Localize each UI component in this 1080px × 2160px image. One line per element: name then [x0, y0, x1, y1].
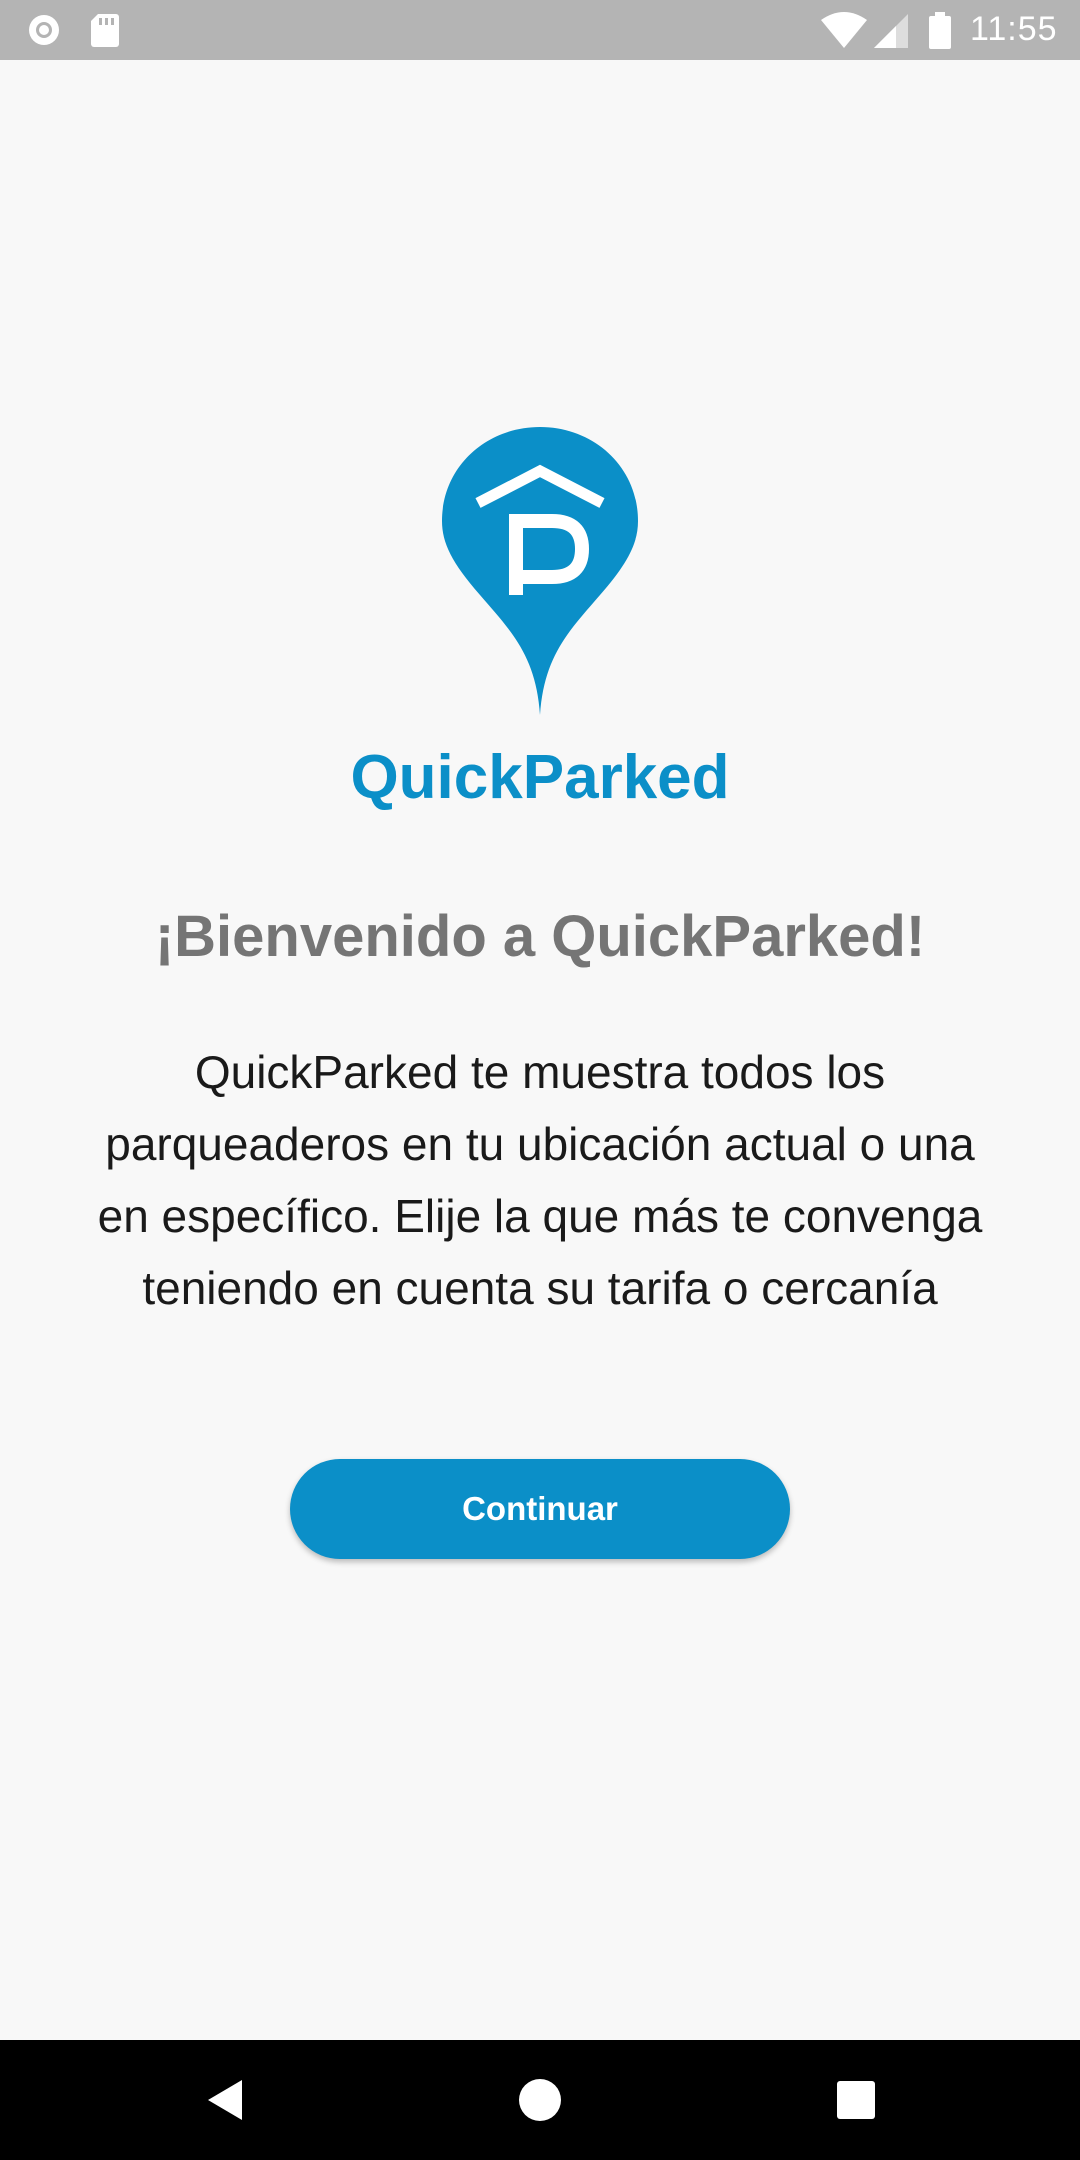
back-icon[interactable] — [204, 2078, 246, 2122]
circle-notification-icon — [29, 15, 59, 45]
status-bar: 11:55 — [0, 0, 1080, 60]
home-icon[interactable] — [518, 2078, 562, 2122]
sd-card-icon — [91, 14, 119, 47]
app-name: QuickParked — [350, 743, 730, 812]
status-time: 11:55 — [970, 10, 1058, 48]
welcome-description: QuickParked te muestra todos los parquea… — [97, 1046, 983, 1314]
wifi-icon — [821, 12, 867, 48]
welcome-screen: 11:55 QuickParked ¡Bienvenido a QuickPar… — [0, 0, 1080, 2160]
battery-icon — [929, 12, 951, 49]
signal-icon — [874, 14, 908, 48]
recents-icon[interactable] — [836, 2080, 876, 2120]
continue-button[interactable]: Continuar — [290, 1459, 790, 1559]
welcome-title: ¡Bienvenido a QuickParked! — [154, 904, 926, 969]
parking-pin-icon — [442, 427, 638, 715]
